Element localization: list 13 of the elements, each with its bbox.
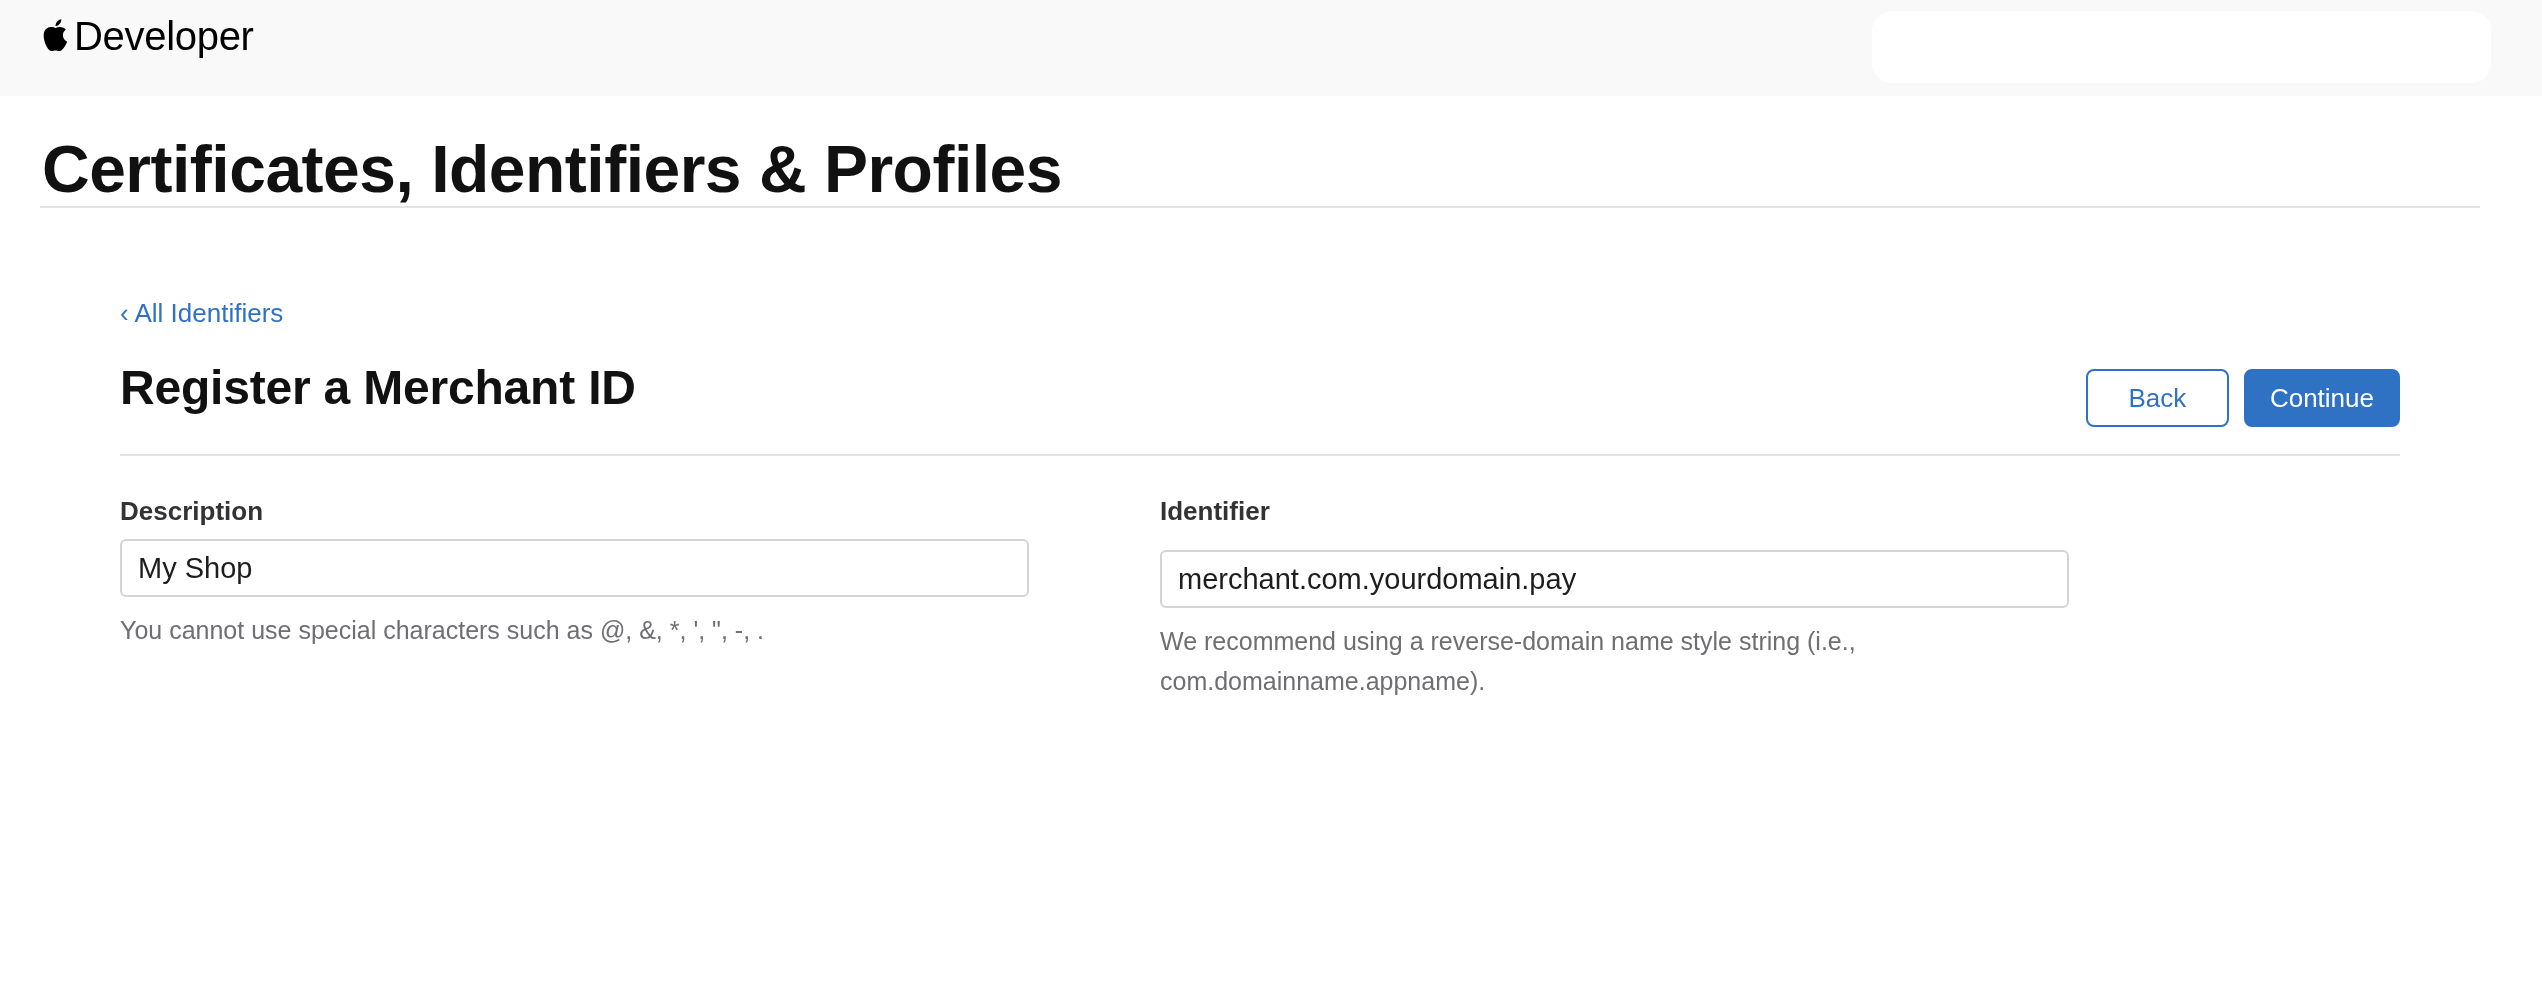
brand-name: Developer [74, 16, 254, 56]
back-link[interactable]: ‹ All Identifiers [120, 300, 284, 326]
field-label: Identifier [1160, 498, 1270, 524]
field-label: Description [120, 498, 264, 524]
help-text: We recommend using a reverse-domain name style string (i.e., com.domainname.appname). [1160, 626, 1857, 697]
help-text: You cannot use special characters such as @, &, *, ', ", -, . [120, 615, 765, 646]
text-input-field[interactable]: My Shop [120, 539, 1029, 597]
page-title: Certificates, Identifiers & Profiles [42, 136, 1063, 202]
apple-icon [42, 19, 69, 52]
continue-button[interactable]: Continue [2243, 369, 2400, 427]
text-input-field[interactable]: merchant.com.yourdomain.pay [1160, 550, 2069, 608]
back-button[interactable]: Back [2085, 369, 2229, 427]
form-title: Register a Merchant ID [120, 364, 636, 412]
